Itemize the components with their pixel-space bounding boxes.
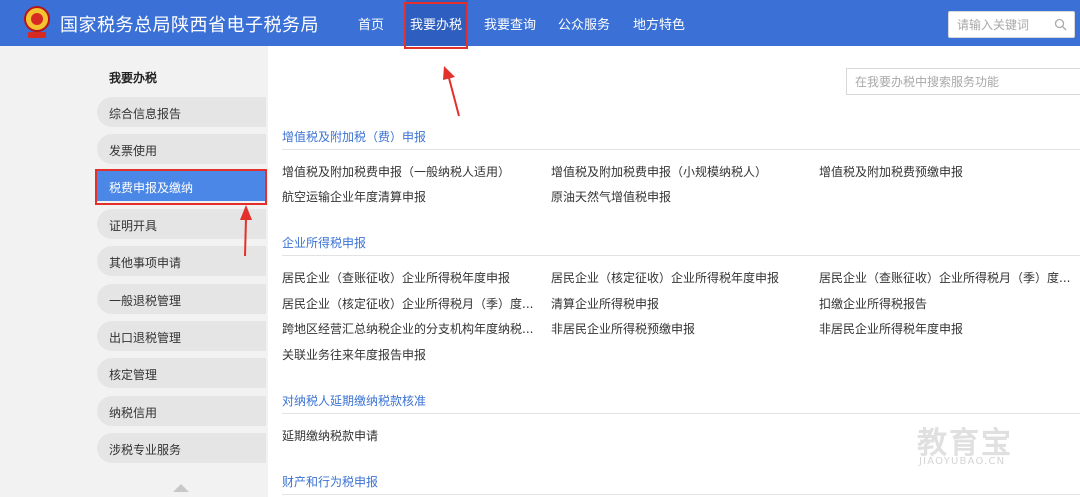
watermark-url: JIAOYUBAO.CN [919, 456, 1006, 467]
